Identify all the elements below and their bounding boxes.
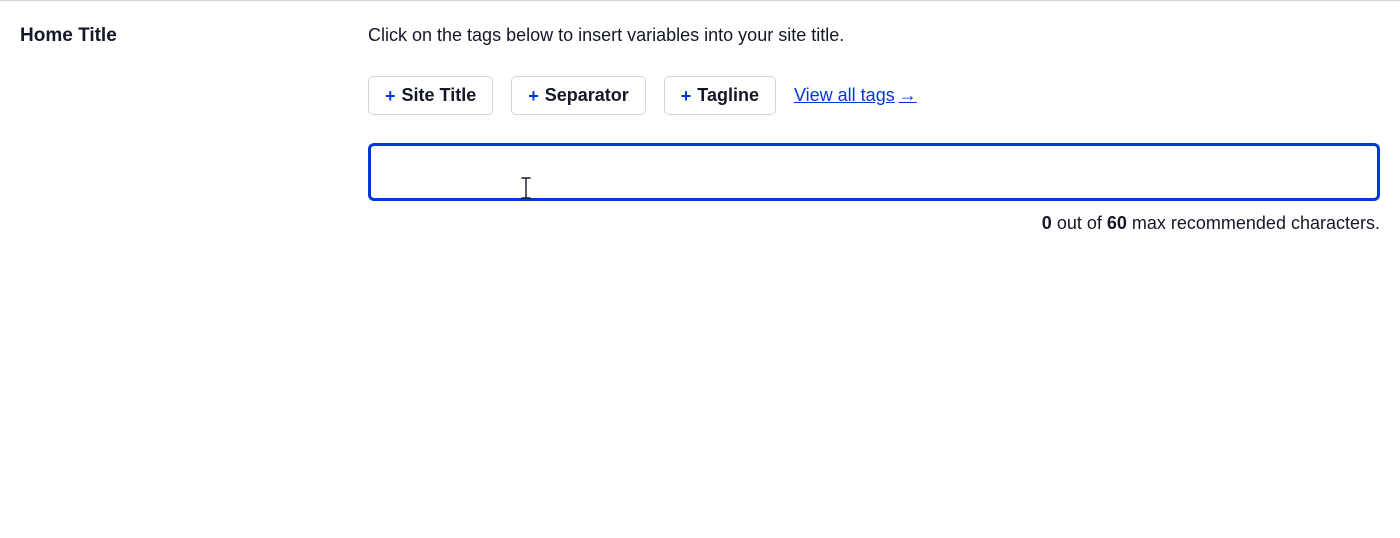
field-label: Home Title — [20, 25, 368, 47]
arrow-right-icon: → — [899, 85, 917, 106]
plus-icon: + — [385, 87, 396, 105]
helper-text: Click on the tags below to insert variab… — [368, 25, 1380, 46]
field-main-column: Click on the tags below to insert variab… — [368, 25, 1400, 234]
plus-icon: + — [681, 87, 692, 105]
counter-text-middle: out of — [1052, 213, 1107, 233]
tag-button-row: + Site Title + Separator + Tagline View … — [368, 76, 1380, 115]
home-title-input[interactable] — [368, 143, 1380, 201]
home-title-row: Home Title Click on the tags below to in… — [0, 1, 1400, 234]
tag-button-label: Tagline — [697, 85, 759, 106]
counter-current: 0 — [1042, 213, 1052, 233]
tag-button-label: Site Title — [402, 85, 477, 106]
counter-text-suffix: max recommended characters. — [1127, 213, 1380, 233]
tag-button-tagline[interactable]: + Tagline — [664, 76, 776, 115]
tag-button-site-title[interactable]: + Site Title — [368, 76, 493, 115]
field-label-column: Home Title — [0, 25, 368, 234]
character-counter: 0 out of 60 max recommended characters. — [368, 213, 1380, 234]
tag-button-label: Separator — [545, 85, 629, 106]
tag-button-separator[interactable]: + Separator — [511, 76, 646, 115]
view-all-tags-label: View all tags — [794, 85, 895, 105]
plus-icon: + — [528, 87, 539, 105]
counter-max: 60 — [1107, 213, 1127, 233]
view-all-tags-link[interactable]: View all tags→ — [794, 85, 917, 106]
